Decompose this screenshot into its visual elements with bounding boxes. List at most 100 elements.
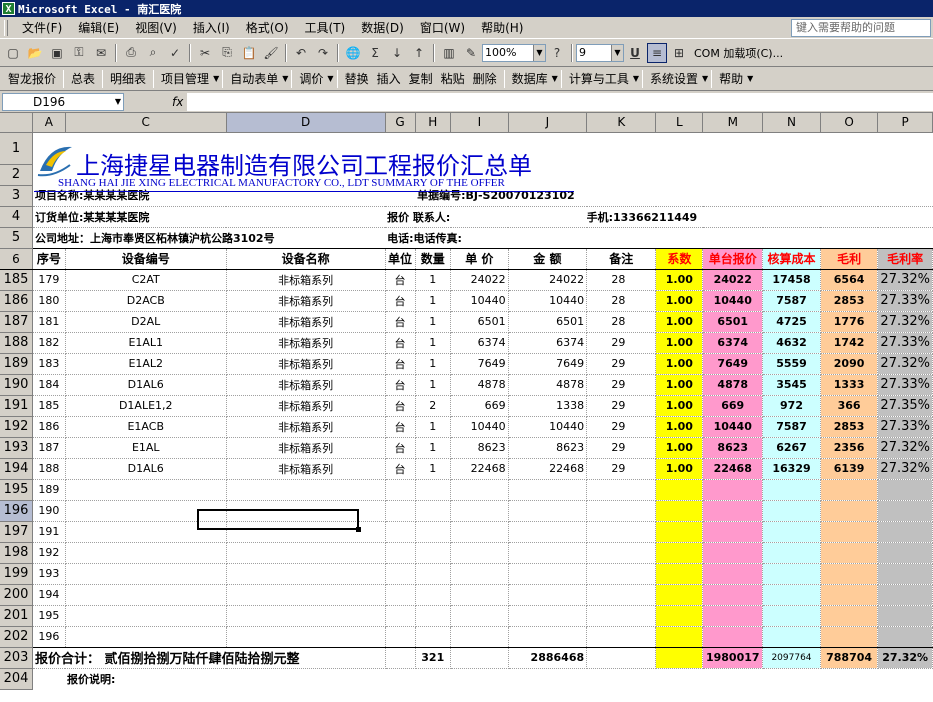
empty-cell[interactable]: [820, 479, 879, 501]
cell-unit[interactable]: 台: [385, 269, 416, 291]
help-icon[interactable]: ?: [547, 43, 567, 63]
cell-seq[interactable]: 192: [32, 542, 66, 564]
cell-margin[interactable]: 27.33%: [877, 332, 933, 354]
cell-seq[interactable]: 193: [32, 563, 66, 585]
total-coef[interactable]: [655, 646, 704, 669]
row-header[interactable]: 5: [0, 227, 33, 249]
column-header[interactable]: K: [586, 113, 657, 133]
column-header[interactable]: A: [32, 113, 66, 133]
cell-margin[interactable]: 27.33%: [877, 416, 933, 438]
empty-cell[interactable]: [385, 521, 416, 543]
redo-icon[interactable]: ↷: [313, 43, 333, 63]
empty-cell[interactable]: [586, 563, 657, 585]
cell-seq[interactable]: 186: [32, 416, 66, 438]
column-header[interactable]: D: [226, 113, 386, 133]
empty-cell[interactable]: [655, 542, 704, 564]
empty-cell[interactable]: [415, 563, 452, 585]
new-icon[interactable]: ▢: [3, 43, 23, 63]
toolbar2-delete[interactable]: 删除: [469, 70, 501, 87]
empty-cell[interactable]: [586, 542, 657, 564]
cell-code[interactable]: C2AT: [65, 269, 227, 291]
cell-price[interactable]: 10440: [450, 290, 509, 312]
empty-cell[interactable]: [65, 626, 227, 648]
menu-tools[interactable]: 工具(T): [297, 19, 354, 36]
total-label[interactable]: 报价合计： 贰佰捌拾捌万陆仟肆佰陆拾捌元整: [32, 646, 386, 669]
row-header[interactable]: 195: [0, 479, 33, 501]
cell-cost[interactable]: 6267: [762, 437, 821, 459]
empty-cell[interactable]: [655, 584, 704, 606]
cell-cost[interactable]: 16329: [762, 458, 821, 480]
empty-cell[interactable]: [65, 605, 227, 627]
empty-cell[interactable]: [586, 479, 657, 501]
empty-cell[interactable]: [508, 479, 588, 501]
row-header[interactable]: 1: [0, 132, 33, 165]
empty-cell[interactable]: [762, 500, 821, 522]
empty-cell[interactable]: [65, 479, 227, 501]
copy-icon[interactable]: ⎘: [217, 43, 237, 63]
name-box[interactable]: D196 ▼: [2, 92, 124, 111]
toolbar2-summary[interactable]: 总表: [67, 70, 99, 87]
empty-cell[interactable]: [508, 626, 588, 648]
empty-cell[interactable]: [820, 626, 879, 648]
empty-cell[interactable]: [877, 542, 933, 564]
total-profit[interactable]: 788704: [820, 646, 879, 669]
cell-profit[interactable]: 2356: [820, 437, 879, 459]
empty-cell[interactable]: [385, 542, 416, 564]
cell-cost[interactable]: 972: [762, 395, 821, 417]
row-header[interactable]: 198: [0, 542, 33, 564]
header-coef[interactable]: 系数: [655, 247, 704, 270]
empty-cell[interactable]: [450, 605, 509, 627]
empty-cell[interactable]: [450, 521, 509, 543]
cell-qty[interactable]: 1: [415, 311, 452, 333]
cell-seq[interactable]: 184: [32, 374, 66, 396]
cell-coef[interactable]: 1.00: [655, 332, 704, 354]
cell-seq[interactable]: 189: [32, 479, 66, 501]
cell-profit[interactable]: 1776: [820, 311, 879, 333]
menu-help[interactable]: 帮助(H): [473, 19, 531, 36]
cell-margin[interactable]: 27.32%: [877, 437, 933, 459]
empty-cell[interactable]: [385, 605, 416, 627]
cell-name[interactable]: 非标箱系列: [226, 458, 386, 480]
cell-margin[interactable]: 27.35%: [877, 395, 933, 417]
header-qty[interactable]: 数量: [415, 247, 452, 270]
empty-cell[interactable]: [385, 584, 416, 606]
client-cell[interactable]: 订货单位:某某某某医院: [32, 206, 386, 228]
cell-unit[interactable]: 台: [385, 374, 416, 396]
empty-cell[interactable]: [415, 479, 452, 501]
empty-cell[interactable]: [415, 605, 452, 627]
function-icon[interactable]: fx: [172, 95, 183, 109]
cell-name[interactable]: 非标箱系列: [226, 395, 386, 417]
row-header[interactable]: 200: [0, 584, 33, 606]
empty-cell[interactable]: [702, 521, 764, 543]
empty-cell[interactable]: [586, 605, 657, 627]
drawing-icon[interactable]: ✎: [461, 43, 481, 63]
cell-unit[interactable]: 台: [385, 395, 416, 417]
cell-quote[interactable]: 8623: [702, 437, 764, 459]
cell-code[interactable]: D1ALE1,2: [65, 395, 227, 417]
cell-margin[interactable]: 27.32%: [877, 269, 933, 291]
toolbar2-settings[interactable]: 系统设置: [646, 70, 702, 87]
empty-cell[interactable]: [385, 626, 416, 648]
toolbar2-adjust[interactable]: 调价: [295, 70, 327, 87]
empty-cell[interactable]: [65, 563, 227, 585]
column-header[interactable]: G: [385, 113, 416, 133]
menu-window[interactable]: 窗口(W): [412, 19, 473, 36]
empty-cell[interactable]: [508, 500, 588, 522]
note-label[interactable]: 报价说明:: [32, 668, 932, 689]
empty-cell[interactable]: [702, 542, 764, 564]
row-header[interactable]: 199: [0, 563, 33, 585]
toolbar2-calc-tools[interactable]: 计算与工具: [565, 70, 633, 87]
menu-edit[interactable]: 编辑(E): [70, 19, 127, 36]
cell-price[interactable]: 6501: [450, 311, 509, 333]
empty-cell[interactable]: [762, 605, 821, 627]
row-header[interactable]: 189: [0, 353, 33, 375]
undo-icon[interactable]: ↶: [291, 43, 311, 63]
row-header[interactable]: 192: [0, 416, 33, 438]
empty-cell[interactable]: [586, 500, 657, 522]
cell-margin[interactable]: 27.32%: [877, 458, 933, 480]
total-cost[interactable]: 2097764: [762, 646, 821, 669]
cell-seq[interactable]: 182: [32, 332, 66, 354]
header-code[interactable]: 设备编号: [65, 247, 227, 270]
cell-profit[interactable]: 366: [820, 395, 879, 417]
sort-asc-icon[interactable]: ↓: [387, 43, 407, 63]
